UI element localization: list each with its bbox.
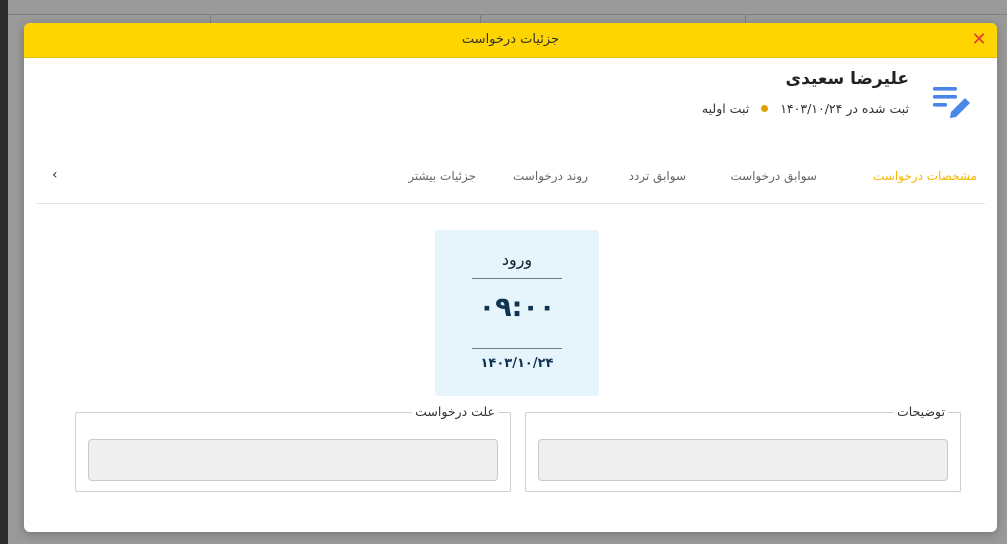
- description-fieldset: توضیحات: [525, 404, 961, 492]
- reason-field[interactable]: [88, 439, 498, 481]
- status-dot: [761, 105, 769, 112]
- tab-request-specs[interactable]: مشخصات درخواست: [873, 169, 977, 183]
- close-button[interactable]: ✕: [967, 28, 991, 52]
- description-field[interactable]: [538, 439, 948, 481]
- tab-request-process[interactable]: روند درخواست: [513, 169, 588, 183]
- entry-date: ۱۴۰۳/۱۰/۲۴: [480, 356, 554, 371]
- tab-attendance-history[interactable]: سوابق تردد: [629, 169, 686, 183]
- tab-scroll-left-icon[interactable]: ‹: [52, 167, 58, 183]
- backdrop-line: [0, 14, 1007, 15]
- dialog-header: جزئیات درخواست ✕: [24, 23, 997, 58]
- tab-request-history[interactable]: سوابق درخواست: [730, 169, 817, 183]
- requester-profile: علیرضا سعیدی ثبت شده در ۱۴۰۳/۱۰/۲۴ ثبت ا…: [563, 65, 983, 135]
- requester-name: علیرضا سعیدی: [785, 69, 909, 89]
- reason-label: علت درخواست: [412, 404, 498, 419]
- status-text: ثبت اولیه: [701, 101, 750, 116]
- entry-time-card: ورود ۰۹:۰۰ ۱۴۰۳/۱۰/۲۴: [435, 230, 599, 396]
- edit-list-icon: [933, 87, 970, 118]
- close-icon: ✕: [971, 29, 987, 50]
- divider: [472, 348, 562, 349]
- entry-time: ۰۹:۰۰: [478, 292, 556, 323]
- request-meta: ثبت شده در ۱۴۰۳/۱۰/۲۴ ثبت اولیه: [702, 101, 909, 116]
- window-edge: [0, 0, 8, 544]
- reason-fieldset: علت درخواست: [75, 404, 511, 492]
- description-label: توضیحات: [894, 404, 948, 419]
- entry-label: ورود: [501, 250, 533, 269]
- dialog-title: جزئیات درخواست: [461, 32, 560, 47]
- tab-bar: مشخصات درخواست سوابق درخواست سوابق تردد …: [36, 159, 985, 204]
- registered-date: ثبت شده در ۱۴۰۳/۱۰/۲۴: [780, 101, 909, 116]
- divider: [472, 278, 562, 279]
- tab-more-details[interactable]: جزئیات بیشتر: [408, 169, 476, 183]
- request-details-dialog: جزئیات درخواست ✕ علیرضا سعیدی ثبت شده در…: [24, 23, 997, 532]
